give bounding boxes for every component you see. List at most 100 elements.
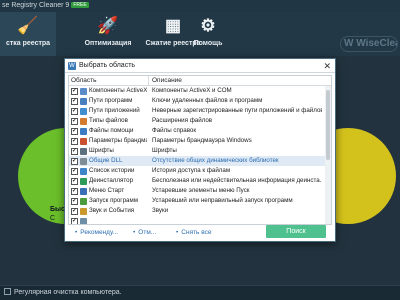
- area-description: Файлы справок: [152, 127, 197, 134]
- row-checkbox[interactable]: ✓: [71, 198, 78, 205]
- area-icon: [80, 178, 87, 185]
- check-all-link[interactable]: • Отм...: [133, 229, 156, 236]
- row-checkbox[interactable]: ✓: [71, 208, 78, 215]
- row-checkbox[interactable]: ✓: [71, 88, 78, 95]
- fast-scan-label: Быс: [50, 206, 65, 213]
- list-row[interactable]: ✓ Пути программ Ключи удаленных файлов и п…: [69, 96, 331, 106]
- gear-icon: ⚙: [200, 16, 216, 35]
- area-icon: [80, 118, 87, 125]
- area-name: Пути программ: [89, 97, 133, 104]
- area-icon: [80, 98, 87, 105]
- recommended-link[interactable]: • Рекоменду...: [75, 229, 118, 236]
- column-divider[interactable]: [148, 76, 149, 86]
- fast-scan-sublabel: С: [50, 215, 56, 222]
- scrollbar-thumb[interactable]: [326, 90, 330, 160]
- list-row[interactable]: ✓ Список истории История доступа к файлам: [69, 166, 331, 176]
- main-toolbar: 🧹 стка реестра 🚀 Оптимизация ▦ Сжатие ре…: [0, 12, 400, 56]
- uncheck-all-link[interactable]: • Снять все: [176, 229, 212, 236]
- dialog-title: Выбрать область: [79, 62, 136, 69]
- area-name: Файлы помощи: [89, 127, 134, 134]
- area-name: Меню Старт: [89, 187, 125, 194]
- area-name: Деинсталлятор: [89, 177, 134, 184]
- rocket-icon: 🚀: [97, 16, 119, 35]
- row-checkbox[interactable]: ✓: [71, 108, 78, 115]
- tab-optimization[interactable]: 🚀 Оптимизация: [78, 12, 138, 56]
- area-icon: [80, 158, 87, 165]
- app-titlebar: se Registry Cleaner 9 FREE: [0, 0, 400, 12]
- app-icon: W: [68, 62, 76, 70]
- area-description: Неверные зарегистрированные пути приложе…: [152, 107, 322, 114]
- select-area-dialog: W Выбрать область ✕ Область Описание ✓ Ко…: [64, 58, 336, 242]
- area-description: Расширения файлов: [152, 117, 213, 124]
- close-icon[interactable]: ✕: [323, 59, 331, 73]
- area-description: Параметры брандмауэра Windows: [152, 137, 252, 144]
- tab-label: Оптимизация: [84, 40, 132, 47]
- schedule-checkbox[interactable]: [4, 288, 11, 295]
- area-description: Компоненты ActiveX и COM: [152, 87, 232, 94]
- area-description: Ключи удаленных файлов и программ: [152, 97, 263, 104]
- row-checkbox[interactable]: ✓: [71, 118, 78, 125]
- list-scrollbar[interactable]: [325, 86, 331, 224]
- free-badge: FREE: [71, 2, 89, 8]
- area-icon: [80, 148, 87, 155]
- area-name: Шрифты: [89, 147, 114, 154]
- area-description: Устаревшие элементы меню Пуск: [152, 187, 250, 194]
- row-checkbox[interactable]: ✓: [71, 188, 78, 195]
- row-checkbox[interactable]: ✓: [71, 158, 78, 165]
- list-row[interactable]: ✓ Файлы помощи Файлы справок: [69, 126, 331, 136]
- area-description: Шрифты: [152, 147, 177, 154]
- area-description: Бесполезная или недействительная информа…: [152, 177, 322, 184]
- list-row[interactable]: ✓ Типы файлов Расширения файлов: [69, 116, 331, 126]
- area-icon: [80, 208, 87, 215]
- area-name: Запуск программ: [89, 197, 138, 204]
- row-checkbox[interactable]: ✓: [71, 128, 78, 135]
- row-checkbox[interactable]: ✓: [71, 178, 78, 185]
- area-name: Список истории: [89, 167, 135, 174]
- status-bar: Регулярная очистка компьютера.: [0, 285, 400, 300]
- area-icon: [80, 168, 87, 175]
- area-icon: [80, 128, 87, 135]
- area-name: Пути приложений: [89, 107, 140, 114]
- area-name: Параметры брандмауэра Windows: [89, 137, 147, 144]
- area-name: Общие DLL: [89, 157, 123, 164]
- list-row[interactable]: ✓ Параметры брандмауэра Windows Параметры …: [69, 136, 331, 146]
- column-description[interactable]: Описание: [152, 76, 182, 86]
- row-checkbox[interactable]: ✓: [71, 218, 78, 224]
- list-row[interactable]: ✓ Общие DLL Отсутствие общих динамических …: [69, 156, 331, 166]
- area-description: История доступа к файлам: [152, 167, 231, 174]
- area-description: Отсутствие общих динамических библиотек: [152, 157, 279, 164]
- list-row[interactable]: ✓ Запуск программ Устаревший или неправиль…: [69, 196, 331, 206]
- area-name: Компоненты ActiveX и COM: [89, 87, 147, 94]
- brand-logo: W WiseClea: [340, 36, 398, 52]
- list-row[interactable]: ✓ Звук и События Звуки: [69, 206, 331, 216]
- area-description: Звуки: [152, 207, 169, 214]
- list-row[interactable]: ✓ Шрифты Шрифты: [69, 146, 331, 156]
- list-row[interactable]: ✓: [69, 216, 331, 224]
- row-checkbox[interactable]: ✓: [71, 98, 78, 105]
- row-checkbox[interactable]: ✓: [71, 148, 78, 155]
- row-checkbox[interactable]: ✓: [71, 138, 78, 145]
- search-button[interactable]: Поиск: [266, 225, 326, 238]
- list-row[interactable]: ✓ Деинсталлятор Бесполезная или недействит…: [69, 176, 331, 186]
- area-name: Типы файлов: [89, 117, 128, 124]
- area-icon: [80, 88, 87, 95]
- list-row[interactable]: ✓ Меню Старт Устаревшие элементы меню Пуск: [69, 186, 331, 196]
- area-icon: [80, 108, 87, 115]
- list-row[interactable]: ✓ Пути приложений Неверные зарегистрирован…: [69, 106, 331, 116]
- tab-registry-cleaner[interactable]: 🧹 стка реестра: [0, 12, 56, 56]
- dialog-titlebar: W Выбрать область ✕: [65, 59, 335, 73]
- tab-help[interactable]: ⚙ Помощь: [188, 12, 228, 56]
- column-area[interactable]: Область: [71, 76, 97, 86]
- area-icon: [80, 198, 87, 205]
- list-row[interactable]: ✓ Компоненты ActiveX и COM Компоненты Acti…: [69, 86, 331, 96]
- broom-icon: 🧹: [17, 16, 39, 35]
- app-title: se Registry Cleaner 9: [2, 2, 70, 9]
- list-header: Область Описание: [69, 76, 331, 86]
- area-name: Звук и События: [89, 207, 135, 214]
- area-description: Устаревший или неправильный запуск прогр…: [152, 197, 293, 204]
- area-list: Область Описание ✓ Компоненты ActiveX и C…: [68, 75, 332, 225]
- status-text: Регулярная очистка компьютера.: [14, 289, 122, 296]
- tab-label: стка реестра: [5, 40, 51, 47]
- row-checkbox[interactable]: ✓: [71, 168, 78, 175]
- tab-label: Помощь: [193, 40, 223, 47]
